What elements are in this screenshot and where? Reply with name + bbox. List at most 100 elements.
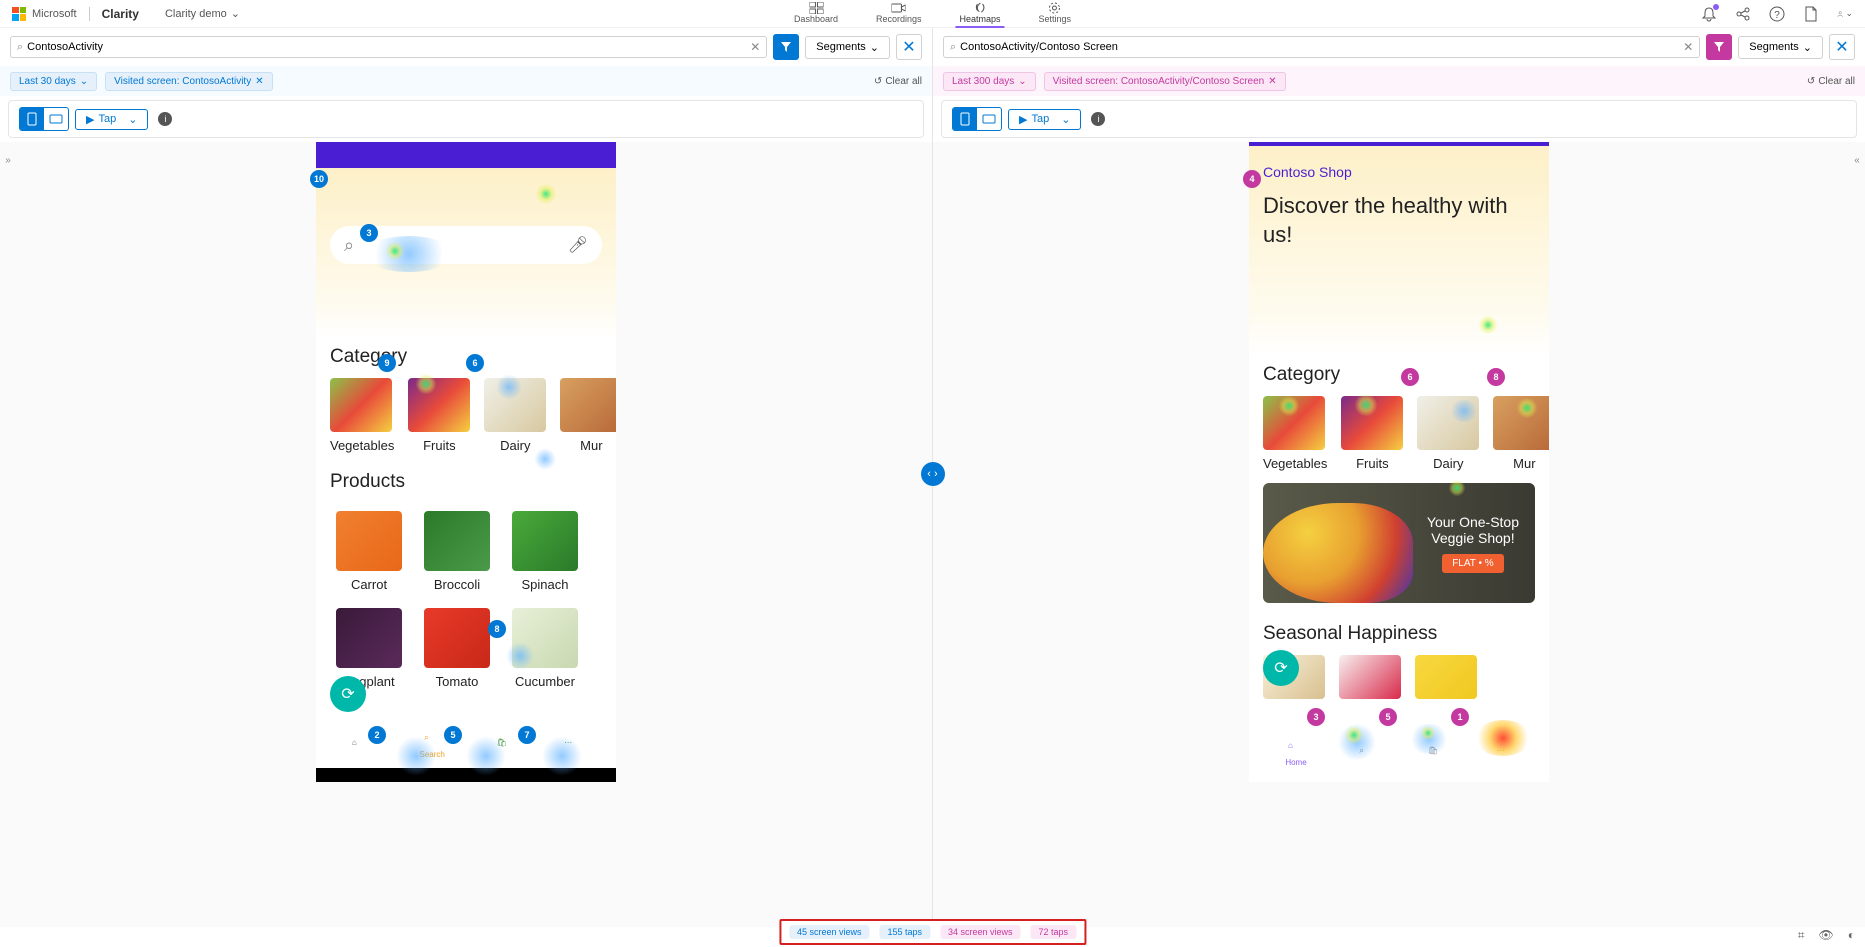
banner-line: Your One-Stop	[1427, 514, 1519, 530]
info-icon[interactable]: i	[1091, 112, 1105, 126]
notifications-icon[interactable]	[1701, 6, 1717, 22]
nav-dashboard[interactable]: Dashboard	[790, 0, 842, 28]
nav-label: Recordings	[876, 14, 922, 24]
info-icon[interactable]: i	[158, 112, 172, 126]
tap-dropdown-right[interactable]: ▶Tap⌄	[1008, 109, 1081, 130]
share-icon[interactable]	[1735, 6, 1751, 22]
tap-label: Tap	[98, 113, 116, 125]
clear-all-label: Clear all	[1818, 76, 1855, 87]
microsoft-logo	[12, 7, 26, 21]
heatmap-spot	[386, 242, 404, 260]
clear-all-right[interactable]: ↺Clear all	[1807, 76, 1855, 87]
clear-all-left[interactable]: ↺Clear all	[874, 76, 922, 87]
shop-header: ⌕ 🎤︎	[316, 168, 616, 338]
search-input-right[interactable]: ⌕ ✕	[943, 36, 1700, 58]
view-phone-button[interactable]	[953, 108, 977, 130]
search-input-left[interactable]: ⌕ ✕	[10, 36, 767, 58]
heatmap-spot	[466, 736, 506, 776]
user-menu[interactable]: ⌄	[1837, 6, 1853, 22]
search-icon: ⌕	[17, 41, 23, 54]
split-handle[interactable]: ‹ ›	[921, 462, 945, 486]
heatmap-spot	[364, 236, 454, 272]
collapse-left-button[interactable]: »	[0, 148, 16, 172]
filter-button-right[interactable]	[1706, 34, 1732, 60]
chevron-down-icon: ⌄	[80, 76, 88, 87]
product-row: Carrot Broccoli Spinach	[316, 503, 616, 600]
divider	[89, 7, 90, 21]
heatmap-spot	[536, 184, 556, 204]
close-pane-right-button[interactable]: ✕	[1829, 34, 1855, 60]
toolbar-right: ▶Tap⌄ i	[941, 100, 1857, 138]
screenshot-area-left: ⌕ 🎤︎ Category Vegetables Fruits Dairy Mu…	[0, 142, 932, 927]
filter-button-left[interactable]	[773, 34, 799, 60]
refresh-fab[interactable]: ⟳	[1263, 650, 1299, 686]
chip-daterange-right[interactable]: Last 300 days⌄	[943, 72, 1036, 91]
heatmap-badge: 8	[488, 620, 506, 638]
chip-visited-left[interactable]: Visited screen: ContosoActivity✕	[105, 72, 273, 91]
nav-heatmaps[interactable]: Heatmaps	[956, 0, 1005, 28]
segments-button-left[interactable]: Segments⌄	[805, 36, 890, 59]
category-label: Dairy	[1417, 456, 1479, 471]
search-field[interactable]	[27, 41, 750, 53]
close-icon[interactable]: ✕	[1268, 76, 1276, 87]
product-label: Carrot	[336, 577, 402, 592]
eye-icon[interactable]: 👁︎	[1819, 928, 1834, 943]
nav-recordings[interactable]: Recordings	[872, 0, 926, 28]
heatmap-spot	[416, 374, 436, 394]
document-icon[interactable]	[1803, 6, 1819, 22]
help-icon[interactable]: ?	[1769, 6, 1785, 22]
heatmap-badge: 8	[1487, 368, 1505, 386]
product-label: Cucumber	[512, 674, 578, 689]
search-field[interactable]	[960, 41, 1683, 53]
heatmap-spot	[396, 736, 436, 776]
dashboard-icon	[809, 2, 823, 14]
stat-right-views: 34 screen views	[940, 925, 1021, 939]
refresh-fab[interactable]: ⟳	[330, 676, 366, 712]
chevron-down-icon: ⌄	[1061, 113, 1070, 126]
compare-panes: » ⌕ ✕ Segments⌄ ✕ Last 30 days⌄ Visited …	[0, 28, 1865, 927]
view-phone-button[interactable]	[20, 108, 44, 130]
home-icon: ⌂	[352, 738, 368, 754]
footer-config: ⌗ 👁︎ ◐	[1798, 928, 1855, 943]
view-tablet-button[interactable]	[44, 108, 68, 130]
contrast-icon[interactable]: ◐	[1848, 928, 1855, 943]
products-heading: Products	[316, 463, 616, 503]
heatmap-badge: 2	[368, 726, 386, 744]
view-tablet-button[interactable]	[977, 108, 1001, 130]
chip-visited-right[interactable]: Visited screen: ContosoActivity/Contoso …	[1044, 72, 1286, 91]
close-icon[interactable]: ✕	[255, 76, 263, 87]
top-nav: Dashboard Recordings Heatmaps Settings	[790, 0, 1075, 28]
segments-button-right[interactable]: Segments⌄	[1738, 36, 1823, 59]
clear-search-icon[interactable]: ✕	[750, 40, 760, 54]
device-right: Contoso Shop Discover the healthy with u…	[1249, 142, 1549, 782]
product-name: Clarity	[102, 7, 139, 21]
heatmap-spot	[1279, 396, 1299, 416]
device-left: ⌕ 🎤︎ Category Vegetables Fruits Dairy Mu…	[316, 142, 616, 782]
project-dropdown[interactable]: Clarity demo ⌄	[165, 7, 240, 20]
nav-label: Dashboard	[794, 14, 838, 24]
chips-row-right: Last 300 days⌄ Visited screen: ContosoAc…	[933, 66, 1865, 96]
close-pane-left-button[interactable]: ✕	[896, 34, 922, 60]
product-item: Tomato	[424, 608, 490, 689]
tap-dropdown-left[interactable]: ▶Tap⌄	[75, 109, 148, 130]
heatmap-badge: 6	[1401, 368, 1419, 386]
pane-right: « ⌕ ✕ Segments⌄ ✕ Last 300 days⌄ Visited…	[933, 28, 1865, 927]
chevron-down-icon: ⌄	[870, 41, 879, 54]
shop-brand: Contoso Shop	[1263, 164, 1535, 180]
clear-search-icon[interactable]: ✕	[1683, 40, 1693, 54]
category-item: Mur	[560, 378, 616, 453]
category-label: Mur	[560, 438, 616, 453]
collapse-right-button[interactable]: «	[1849, 148, 1865, 172]
view-mode-toggle-right	[952, 107, 1002, 131]
stat-left-views: 45 screen views	[789, 925, 870, 939]
chip-daterange-left[interactable]: Last 30 days⌄	[10, 72, 97, 91]
screenshot-area-right: Contoso Shop Discover the healthy with u…	[933, 142, 1865, 927]
config-icon[interactable]: ⌗	[1798, 928, 1805, 943]
heatmap-spot	[1421, 726, 1435, 740]
nav-label: Home	[1285, 758, 1306, 767]
chips-row-left: Last 30 days⌄ Visited screen: ContosoAct…	[0, 66, 932, 96]
product-label: Spinach	[512, 577, 578, 592]
undo-icon: ↺	[1807, 76, 1815, 87]
nav-settings[interactable]: Settings	[1035, 0, 1076, 28]
nav-label: Heatmaps	[960, 14, 1001, 24]
